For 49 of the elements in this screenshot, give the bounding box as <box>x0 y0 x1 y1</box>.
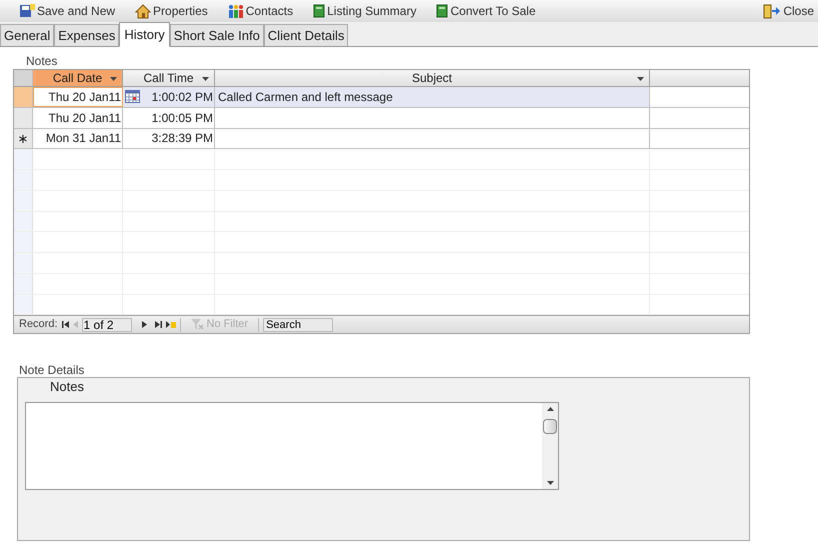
scroll-up-icon[interactable] <box>546 407 554 411</box>
last-record-icon[interactable] <box>154 321 162 328</box>
column-header[interactable]: Call Date <box>33 70 123 86</box>
table-cell[interactable]: 3:28:39 PM <box>123 128 215 148</box>
section-label: Notes <box>26 54 58 69</box>
record-position-field[interactable]: 1 of 2 <box>82 318 132 332</box>
first-record-icon[interactable] <box>62 321 69 328</box>
people-icon <box>228 4 244 18</box>
previous-record-icon <box>72 321 78 328</box>
door-arrow-icon <box>763 4 782 18</box>
table-cell[interactable]: Mon 31 Jan11 <box>33 128 123 148</box>
book-icon <box>313 4 326 18</box>
toolbar-button[interactable]: Contacts <box>228 2 294 20</box>
table-cell[interactable]: 1:00:02 PM <box>123 87 215 107</box>
tab[interactable]: Expenses <box>54 24 120 46</box>
house-icon <box>135 4 152 18</box>
calendar-icon[interactable] <box>125 90 140 104</box>
save-icon <box>19 4 35 18</box>
tab[interactable]: Short Sale Info <box>170 24 264 46</box>
row-selector[interactable]: ∗ <box>14 128 33 148</box>
column-header[interactable]: Call Time <box>123 70 215 86</box>
scroll-down-icon[interactable] <box>546 481 554 485</box>
toolbar-button[interactable]: Properties <box>135 2 208 20</box>
toolbar-button[interactable]: Listing Summary <box>313 2 416 20</box>
table-cell[interactable]: Thu 20 Jan11 <box>33 108 123 128</box>
table-cell[interactable]: 1:00:05 PM <box>123 108 215 128</box>
section-label: Note Details <box>19 363 86 377</box>
toolbar-button[interactable]: Save and New <box>19 2 116 20</box>
scrollbar[interactable] <box>542 403 558 489</box>
funnel-icon <box>190 318 204 331</box>
notes-field[interactable] <box>25 402 559 490</box>
next-record-icon[interactable] <box>142 321 147 328</box>
column-header[interactable]: Subject <box>215 70 650 86</box>
toolbar-button[interactable]: Convert To Sale <box>436 2 536 20</box>
close-button[interactable]: Close <box>763 2 814 20</box>
tab[interactable]: History <box>119 22 170 47</box>
tab[interactable]: Client Details <box>264 24 348 46</box>
record-label: Record: <box>19 317 58 332</box>
tab[interactable]: General <box>0 24 54 46</box>
dropdown-caret-icon[interactable] <box>110 77 117 81</box>
scroll-thumb[interactable] <box>543 418 557 434</box>
book-icon <box>436 4 448 18</box>
dropdown-caret-icon[interactable] <box>202 77 209 81</box>
table-cell[interactable]: Thu 20 Jan11 <box>33 87 123 107</box>
field-label: Notes <box>50 379 85 395</box>
new-record-icon[interactable] <box>166 320 176 329</box>
dropdown-caret-icon[interactable] <box>637 77 644 81</box>
search-field[interactable]: Search <box>263 318 334 332</box>
table-cell[interactable]: Called Carmen and left message <box>215 87 650 107</box>
